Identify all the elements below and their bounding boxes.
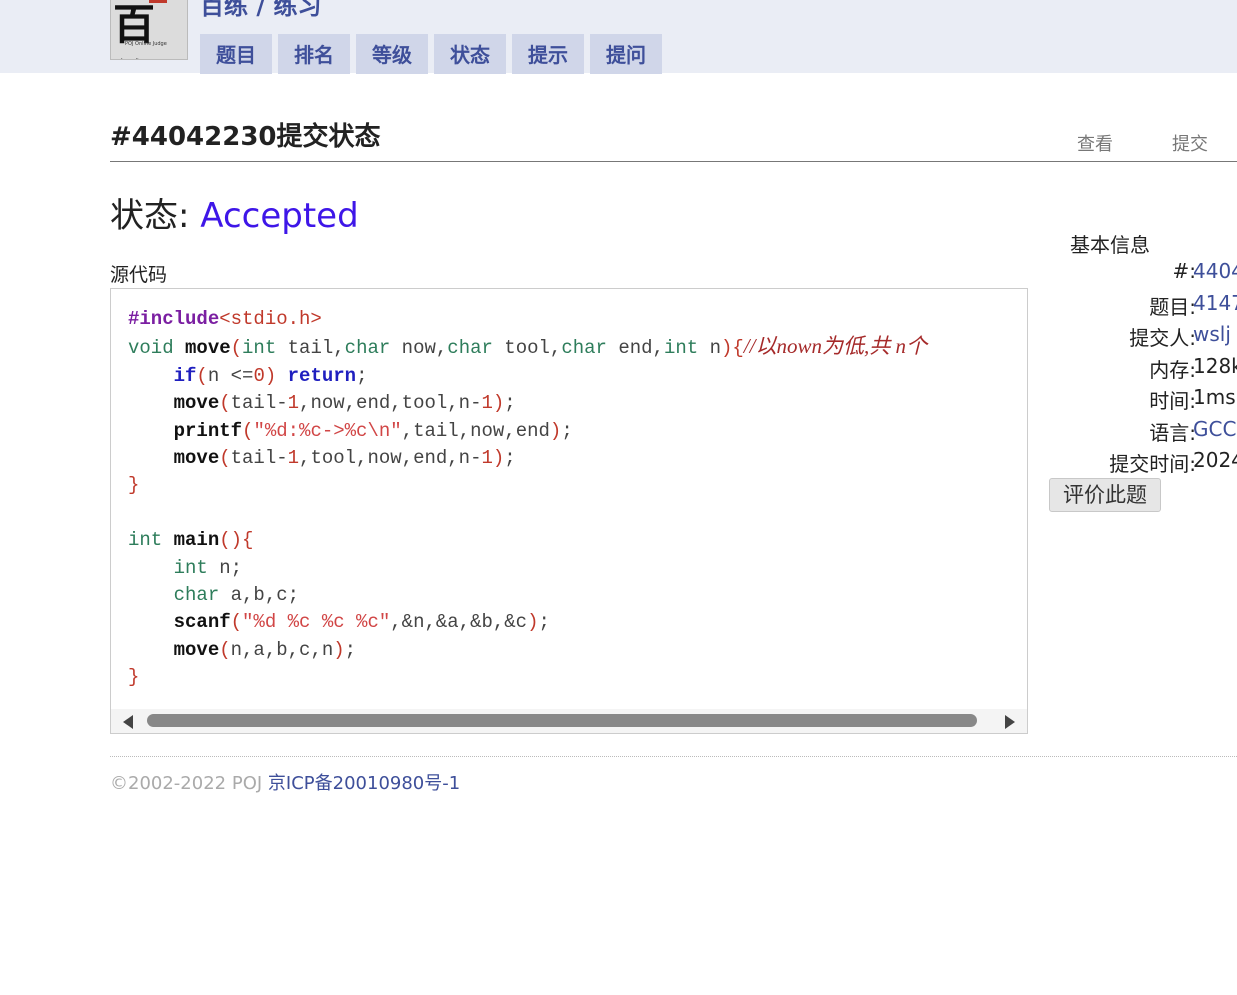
copyright: ©2002-2022 POJ bbox=[110, 773, 263, 794]
info-value-memory: 128k bbox=[1193, 354, 1237, 378]
view-link[interactable]: 查看 bbox=[1077, 130, 1113, 156]
top-bar: 百练 POJ Online Judge 百练 / 练习 题目 排名 等级 状态 … bbox=[0, 0, 1237, 74]
source-code-label: 源代码 bbox=[110, 264, 168, 286]
page-title: #44042230提交状态 bbox=[110, 122, 381, 152]
tab-status[interactable]: 状态 bbox=[434, 34, 506, 74]
info-value-problem[interactable]: 4147 bbox=[1193, 291, 1237, 315]
tab-questions[interactable]: 提问 bbox=[590, 34, 662, 74]
info-label: 语言: bbox=[1149, 421, 1196, 445]
submission-status: 状态: Accepted bbox=[110, 188, 359, 237]
info-row-memory: 内存: 128k bbox=[1060, 354, 1237, 384]
footer: ©2002-2022 POJ 京ICP备20010980号-1 bbox=[110, 769, 460, 795]
info-row-language: 语言: GCC bbox=[1060, 417, 1237, 447]
scroll-left-icon[interactable] bbox=[123, 715, 133, 729]
submit-link[interactable]: 提交 bbox=[1172, 130, 1208, 156]
info-label: 题目: bbox=[1149, 295, 1196, 319]
tab-hints[interactable]: 提示 bbox=[512, 34, 584, 74]
info-value-submitter[interactable]: wslj bbox=[1193, 322, 1231, 346]
rate-problem-button[interactable]: 评价此题 bbox=[1049, 478, 1161, 512]
logo-small-text: POJ Online Judge bbox=[125, 41, 167, 47]
main-nav: 题目 排名 等级 状态 提示 提问 bbox=[200, 34, 668, 74]
site-logo[interactable]: 百练 POJ Online Judge bbox=[110, 0, 188, 60]
info-value-submit-time: 2024 bbox=[1193, 448, 1237, 472]
info-label: 时间: bbox=[1149, 389, 1196, 413]
basic-info-heading: 基本信息 bbox=[1070, 233, 1150, 257]
info-row-id: #: 4404 bbox=[1060, 259, 1237, 289]
title-divider bbox=[110, 161, 1237, 162]
info-value-id[interactable]: 4404 bbox=[1193, 259, 1237, 283]
source-code: #include<stdio.h> void move(int tail,cha… bbox=[128, 308, 927, 689]
info-value-language[interactable]: GCC bbox=[1193, 417, 1236, 441]
site-title[interactable]: 百练 / 练习 bbox=[200, 0, 321, 21]
horizontal-scrollbar[interactable] bbox=[111, 709, 1027, 733]
tab-ranking[interactable]: 排名 bbox=[278, 34, 350, 74]
info-row-time: 时间: 1ms bbox=[1060, 385, 1237, 415]
source-code-box[interactable]: #include<stdio.h> void move(int tail,cha… bbox=[110, 288, 1028, 734]
scroll-right-icon[interactable] bbox=[1005, 715, 1015, 729]
info-value-time: 1ms bbox=[1193, 385, 1236, 409]
footer-divider bbox=[110, 756, 1237, 757]
scrollbar-thumb[interactable] bbox=[147, 714, 977, 727]
info-row-submitter: 提交人: wslj bbox=[1060, 322, 1237, 352]
info-label: 内存: bbox=[1149, 358, 1196, 382]
info-label: 提交时间: bbox=[1109, 452, 1196, 476]
info-label: 提交人: bbox=[1129, 326, 1196, 350]
info-row-submit-time: 提交时间: 2024 bbox=[1060, 448, 1237, 478]
logo-glyph: 百练 bbox=[113, 0, 155, 59]
tab-levels[interactable]: 等级 bbox=[356, 34, 428, 74]
icp-link[interactable]: 京ICP备20010980号-1 bbox=[268, 773, 460, 794]
status-label: 状态: bbox=[110, 196, 190, 236]
info-row-problem: 题目: 4147 bbox=[1060, 291, 1237, 321]
tab-problems[interactable]: 题目 bbox=[200, 34, 272, 74]
status-value: Accepted bbox=[200, 196, 359, 236]
